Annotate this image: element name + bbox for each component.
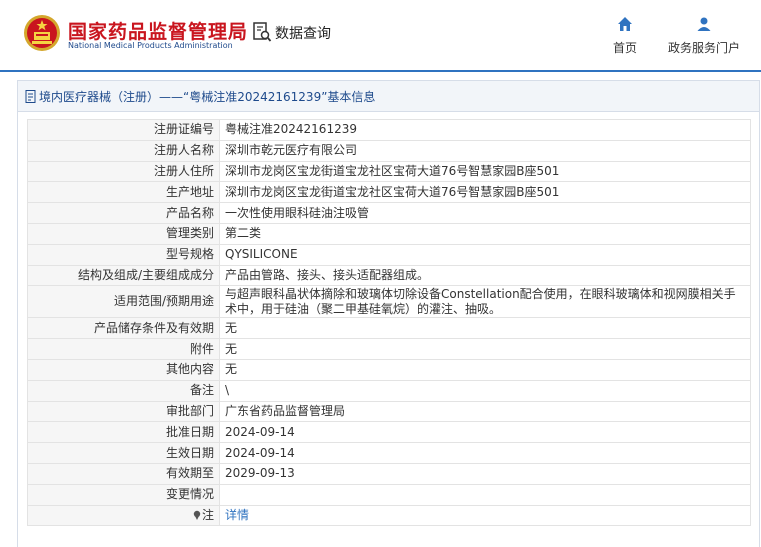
table-row: 产品储存条件及有效期无 bbox=[27, 317, 751, 340]
field-label: 备注 bbox=[27, 379, 220, 402]
table-row: 变更情况 bbox=[27, 483, 751, 506]
home-icon bbox=[618, 17, 632, 31]
field-value: 2024-09-14 bbox=[219, 421, 751, 444]
header-divider bbox=[0, 70, 761, 72]
table-row: 审批部门 广东省药品监督管理局 bbox=[27, 400, 751, 423]
field-label: 产品储存条件及有效期 bbox=[27, 317, 220, 340]
field-label: 注册证编号 bbox=[27, 119, 220, 141]
field-label: 批准日期 bbox=[27, 421, 220, 444]
field-label: 注册人名称 bbox=[27, 139, 220, 162]
field-value: 无 bbox=[219, 317, 751, 340]
table-row: 产品名称 一次性使用眼科硅油注吸管 bbox=[27, 202, 751, 224]
details-link[interactable]: 详情 bbox=[225, 508, 249, 522]
table-row: 有效期至 2029-09-13 bbox=[27, 462, 751, 485]
detail-table: 注册证编号 粤械注准20242161239 注册人名称 深圳市乾元医疗有限公司 注册… bbox=[27, 119, 751, 527]
field-label: 其他内容 bbox=[27, 358, 220, 381]
table-row: 生效日期 2024-09-14 bbox=[27, 442, 751, 464]
field-label: 适用范围/预期用途 bbox=[27, 285, 220, 319]
table-row: 备注 \ bbox=[27, 379, 751, 402]
site-header: 国家药品监督管理局 National Medical Products Admi… bbox=[0, 0, 761, 70]
field-value: 一次性使用眼科硅油注吸管 bbox=[219, 202, 751, 224]
field-value: 粤械注准20242161239 bbox=[219, 119, 751, 141]
detail-card: 境内医疗器械（注册）——“粤械注准20242161239”基本信息 注册证编号粤… bbox=[17, 80, 760, 547]
field-value: 无 bbox=[219, 358, 751, 381]
data-query-label: 数据查询 bbox=[275, 25, 331, 42]
field-label: 审批部门 bbox=[27, 400, 220, 423]
field-label: 生效日期 bbox=[27, 442, 220, 464]
field-label: 注 bbox=[201, 507, 214, 522]
field-label: 有效期至 bbox=[27, 462, 220, 485]
national-emblem-icon bbox=[24, 15, 60, 51]
field-label: 型号规格 bbox=[27, 243, 220, 266]
table-row: 结构及组成/主要组成成分 产品由管路、接头、接头适配器组成。 bbox=[27, 264, 751, 287]
field-value: 深圳市龙岗区宝龙街道宝龙社区宝荷大道76号智慧家园B座501 bbox=[219, 160, 751, 183]
user-icon bbox=[697, 17, 711, 31]
field-label: 变更情况 bbox=[27, 483, 220, 506]
field-label: 注册人住所 bbox=[27, 160, 220, 183]
data-query-link[interactable]: 数据查询 bbox=[253, 22, 331, 43]
field-label: 结构及组成/主要组成成分 bbox=[27, 264, 220, 287]
site-title: 国家药品监督管理局 bbox=[68, 21, 249, 43]
nav-service-portal-label: 政务服务门户 bbox=[668, 41, 741, 55]
table-row: 批准日期 2024-09-14 bbox=[27, 421, 751, 444]
table-row: 型号规格 QYSILICONE bbox=[27, 243, 751, 266]
field-label: 附件 bbox=[27, 338, 220, 360]
table-row: 注册人住所 深圳市龙岗区宝龙街道宝龙社区宝荷大道76号智慧家园B座501 bbox=[27, 160, 751, 183]
note-label-cell: 注 bbox=[27, 504, 220, 527]
field-value: 深圳市龙岗区宝龙街道宝龙社区宝荷大道76号智慧家园B座501 bbox=[219, 181, 751, 204]
field-value: 深圳市乾元医疗有限公司 bbox=[219, 139, 751, 162]
field-label: 生产地址 bbox=[27, 181, 220, 204]
table-row: 适用范围/预期用途 与超声眼科晶状体摘除和玻璃体切除设备Constellation… bbox=[27, 285, 751, 319]
field-value: QYSILICONE bbox=[219, 243, 751, 266]
field-value: 产品由管路、接头、接头适配器组成。 bbox=[219, 264, 751, 287]
field-value: 广东省药品监督管理局 bbox=[219, 400, 751, 423]
field-value: 第二类 bbox=[219, 222, 751, 245]
breadcrumb: 境内医疗器械（注册）——“粤械注准20242161239”基本信息 bbox=[18, 81, 759, 112]
table-row: 注册人名称 深圳市乾元医疗有限公司 bbox=[27, 139, 751, 162]
field-label: 产品名称 bbox=[27, 202, 220, 224]
table-row: 其他内容无 bbox=[27, 358, 751, 381]
table-row: 注 详情 bbox=[27, 504, 751, 527]
field-value: 2029-09-13 bbox=[219, 462, 751, 485]
table-row: 附件无 bbox=[27, 338, 751, 360]
pin-icon bbox=[193, 510, 201, 520]
table-row: 生产地址 深圳市龙岗区宝龙街道宝龙社区宝荷大道76号智慧家园B座501 bbox=[27, 181, 751, 204]
document-icon bbox=[25, 89, 36, 103]
table-row: 注册证编号 粤械注准20242161239 bbox=[27, 119, 751, 141]
field-value: 无 bbox=[219, 338, 751, 360]
document-search-icon bbox=[253, 22, 272, 42]
field-label: 管理类别 bbox=[27, 222, 220, 245]
field-value: 2024-09-14 bbox=[219, 442, 751, 464]
site-subtitle: National Medical Products Administration bbox=[68, 41, 233, 50]
field-value: \ bbox=[219, 379, 751, 402]
breadcrumb-text: 境内医疗器械（注册）——“粤械注准20242161239”基本信息 bbox=[39, 89, 376, 104]
nav-home-label: 首页 bbox=[613, 41, 638, 55]
field-value bbox=[219, 483, 751, 506]
field-value: 与超声眼科晶状体摘除和玻璃体切除设备Constellation配合使用，在眼科玻… bbox=[219, 285, 751, 319]
nav-home[interactable]: 首页 bbox=[613, 16, 637, 56]
table-row: 管理类别 第二类 bbox=[27, 222, 751, 245]
nav-service-portal[interactable]: 政务服务门户 bbox=[668, 16, 740, 56]
